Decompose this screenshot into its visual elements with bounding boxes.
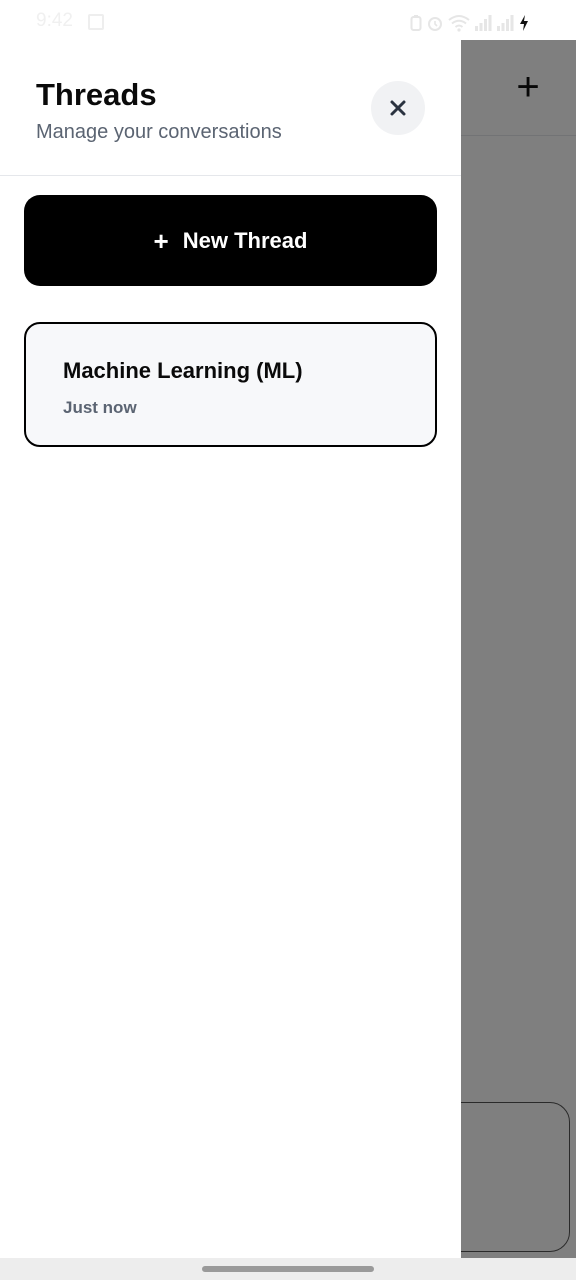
thread-list: Machine Learning (ML) Just now: [24, 322, 437, 447]
home-indicator[interactable]: [202, 1266, 374, 1272]
alarm-icon: [428, 17, 442, 31]
screen: + d error.boticscess.cy,ningentsrninglge…: [0, 0, 576, 1280]
threads-drawer: Threads Manage your conversations + New …: [0, 40, 461, 1258]
drawer-subtitle: Manage your conversations: [36, 121, 282, 143]
close-icon: [390, 100, 406, 116]
close-drawer-button[interactable]: [371, 81, 425, 135]
status-bar: 9:42: [0, 0, 576, 40]
plus-icon: +: [153, 225, 169, 256]
gallery-notification-icon: [88, 14, 104, 30]
navigation-bar: [0, 1258, 576, 1280]
wifi-icon: [448, 15, 470, 32]
status-icons: [410, 12, 530, 34]
new-thread-label: New Thread: [182, 227, 308, 253]
status-time: 9:42: [36, 10, 73, 31]
charging-icon: [520, 15, 528, 31]
new-thread-button[interactable]: + New Thread: [24, 195, 437, 286]
signal-icon: [475, 15, 492, 31]
drawer-title: Threads: [36, 77, 157, 112]
battery-saver-icon: [410, 15, 422, 31]
signal-icon-2: [497, 15, 514, 31]
drawer-header: Threads Manage your conversations: [0, 40, 461, 176]
thread-item[interactable]: Machine Learning (ML) Just now: [24, 322, 437, 447]
thread-title: Machine Learning (ML): [63, 358, 303, 383]
thread-timestamp: Just now: [63, 398, 137, 417]
